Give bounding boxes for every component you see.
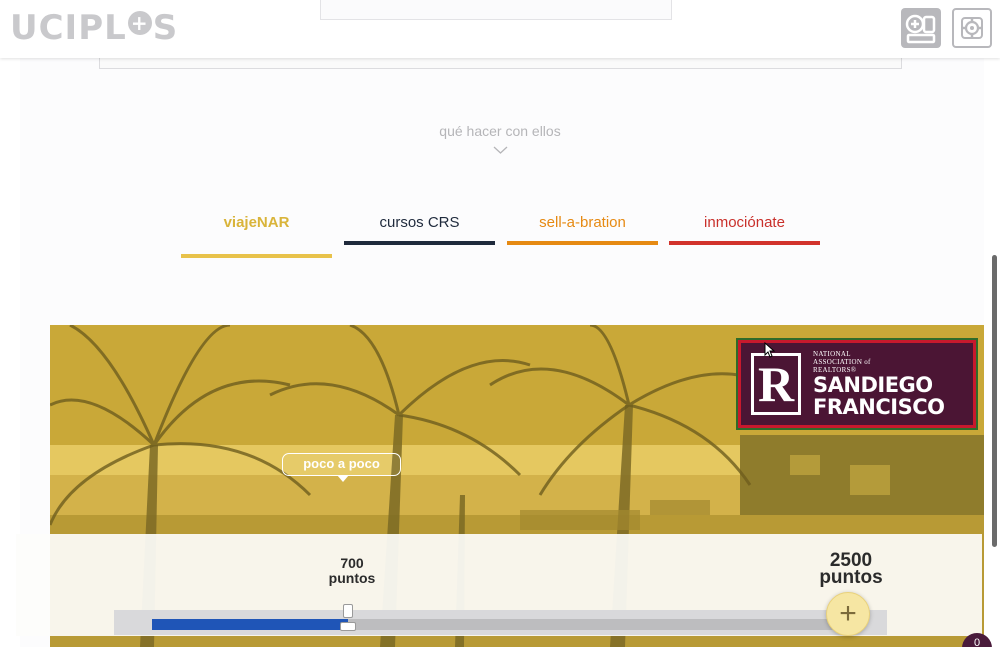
tab-label: cursos CRS: [379, 214, 460, 231]
section-subtitle: qué hacer con ellos: [439, 123, 561, 139]
chevron-down-icon[interactable]: [493, 146, 508, 155]
current-points-value: 700: [340, 555, 364, 571]
tab-label: viajeNAR: [223, 214, 290, 231]
speech-bubble: poco a poco: [282, 453, 401, 482]
add-device-button[interactable]: [901, 8, 941, 48]
scrollbar-thumb[interactable]: [992, 255, 997, 547]
points-panel: 700 puntos 2500 puntos +: [16, 534, 982, 636]
add-points-button[interactable]: +: [826, 592, 870, 636]
add-device-icon: [905, 14, 936, 44]
settings-gear-icon: [961, 17, 983, 39]
settings-button[interactable]: [952, 8, 992, 48]
tab-underline: [181, 254, 332, 258]
progress-handle[interactable]: [340, 604, 356, 632]
logo-city: SANDIEGO: [813, 373, 933, 397]
logo-line: NATIONAL: [813, 350, 851, 358]
tab-viajenar[interactable]: viajeNAR: [181, 214, 332, 258]
current-points-unit: puntos: [328, 570, 376, 586]
tab-cursos-crs[interactable]: cursos CRS: [344, 214, 495, 245]
realtor-r-mark: R: [751, 353, 801, 415]
goal-points: 2500 puntos: [806, 551, 896, 588]
logo-line: ASSOCIATION of: [813, 358, 871, 366]
tab-inmocionate[interactable]: inmociónate: [669, 214, 820, 245]
tab-underline: [507, 241, 658, 245]
tab-underline: [344, 241, 495, 245]
tab-label: inmociónate: [704, 214, 785, 231]
page: UCIPL + S qué hacer con ellos viajeNAR c…: [0, 0, 1000, 647]
current-points: 700 puntos: [322, 556, 382, 586]
mouse-cursor-icon: [764, 342, 776, 358]
logo-plus-icon: +: [127, 11, 152, 35]
tab-label: sell-a-bration: [539, 214, 626, 231]
logo-text-end: S: [152, 8, 179, 48]
progress-fill: [152, 619, 348, 630]
header-dropdown-tab: [320, 0, 672, 20]
logo-text-start: UCIPL: [10, 8, 127, 48]
tab-sell-a-bration[interactable]: sell-a-bration: [507, 214, 658, 245]
goal-points-unit: puntos: [819, 567, 883, 588]
uciplus-logo[interactable]: UCIPL + S: [10, 8, 178, 48]
tab-underline: [669, 241, 820, 245]
logo-city: FRANCISCO: [813, 395, 945, 419]
